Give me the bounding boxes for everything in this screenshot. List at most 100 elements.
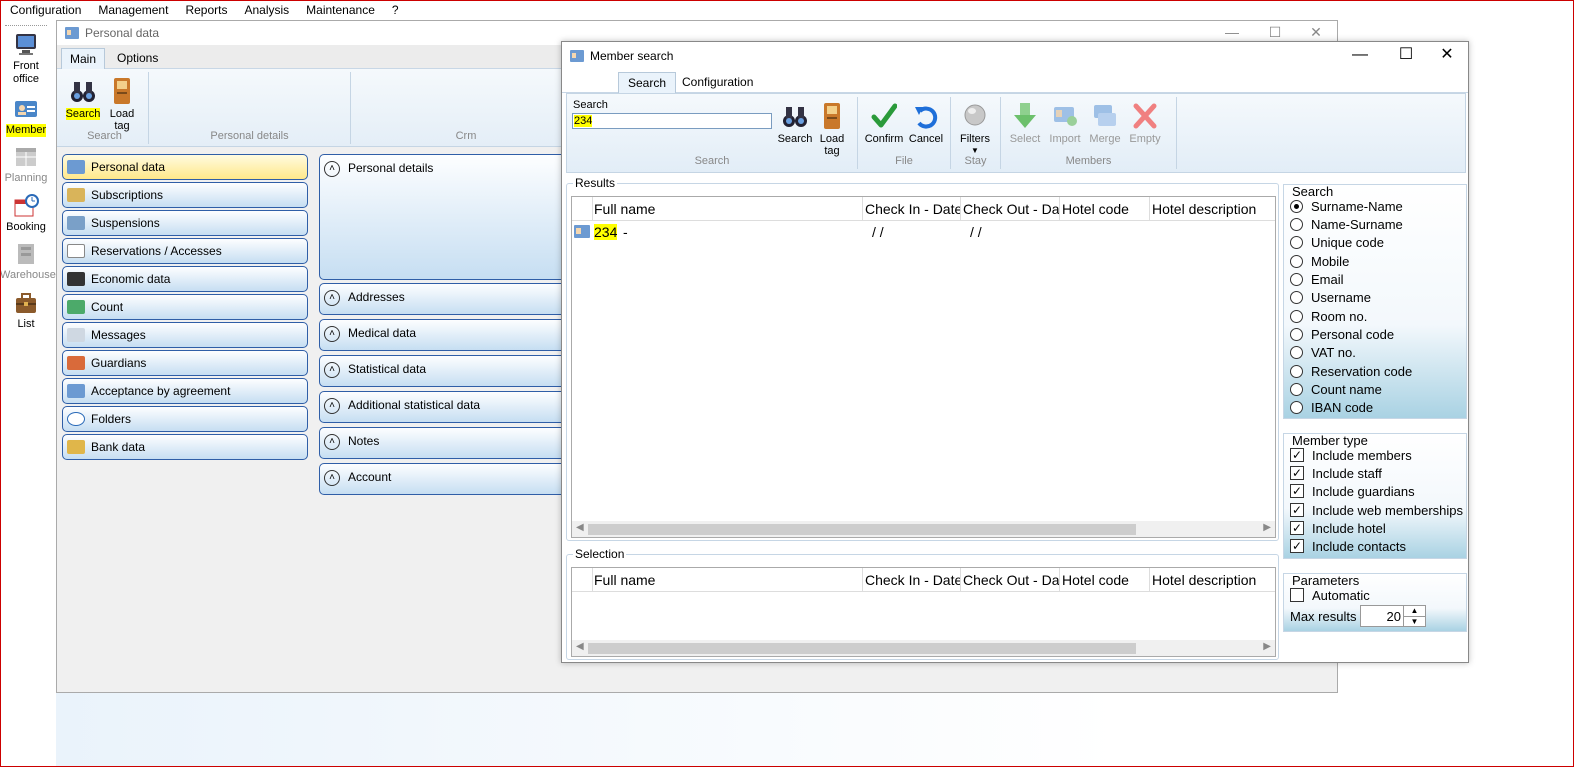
- checkbox-automatic[interactable]: Automatic: [1290, 586, 1370, 604]
- scroll-right-icon[interactable]: ▶: [1263, 641, 1271, 652]
- radio-count-name[interactable]: Count name: [1290, 380, 1382, 398]
- checkbox-include-hotel[interactable]: ✓ Include hotel: [1290, 519, 1386, 537]
- radio-email[interactable]: Email: [1290, 270, 1344, 288]
- table-row[interactable]: 234 - / / / /: [572, 221, 1275, 243]
- results-grid[interactable]: Full name Check In - Date Check Out - Da…: [571, 196, 1276, 538]
- menu-management[interactable]: Management: [98, 3, 168, 17]
- column-full-name[interactable]: Full name: [594, 572, 860, 588]
- column-check-in-date[interactable]: Check In - Date: [865, 201, 960, 217]
- close-icon[interactable]: ✕: [1427, 45, 1467, 65]
- column-hotel-description[interactable]: Hotel description: [1152, 572, 1272, 588]
- nav-personal-data[interactable]: Personal data: [62, 154, 308, 180]
- nav-count[interactable]: Count: [62, 294, 308, 320]
- radio-room-no[interactable]: Room no.: [1290, 307, 1367, 325]
- radio-reservation-code[interactable]: Reservation code: [1290, 362, 1412, 380]
- nav-suspensions[interactable]: Suspensions: [62, 210, 308, 236]
- radio-iban-code[interactable]: IBAN code: [1290, 398, 1373, 416]
- tab-main[interactable]: Main: [61, 48, 106, 69]
- results-horizontal-scrollbar[interactable]: ◀ ▶: [572, 521, 1275, 537]
- sidebar-item-list[interactable]: List: [0, 290, 52, 331]
- section-addresses[interactable]: ˄ Addresses: [319, 283, 569, 315]
- section-additional-statistical-data[interactable]: ˄ Additional statistical data: [319, 391, 569, 423]
- sidebar-item-planning[interactable]: Planning: [0, 144, 52, 185]
- radio-surname-name[interactable]: Surname-Name: [1290, 197, 1403, 215]
- sidebar-item-member[interactable]: Member: [0, 96, 52, 137]
- load-tag-button[interactable]: Load tag: [105, 76, 139, 132]
- menu-analysis[interactable]: Analysis: [244, 3, 289, 17]
- radio-personal-code[interactable]: Personal code: [1290, 325, 1394, 343]
- minimize-icon[interactable]: —: [1340, 45, 1380, 65]
- nav-economic-data[interactable]: Economic data: [62, 266, 308, 292]
- column-check-out-date[interactable]: Check Out - Date: [963, 201, 1059, 217]
- checkbox-include-web-memberships[interactable]: ✓ Include web memberships: [1290, 501, 1463, 519]
- maximize-icon[interactable]: ☐: [1386, 45, 1426, 65]
- menu-bar: Configuration Management Reports Analysi…: [0, 0, 1574, 20]
- workspace-background: [56, 693, 1574, 767]
- filters-button[interactable]: Filters ▼: [955, 101, 995, 157]
- checkbox-include-staff[interactable]: ✓ Include staff: [1290, 464, 1382, 482]
- column-check-out-date[interactable]: Check Out - Date: [963, 572, 1059, 588]
- spin-down-icon[interactable]: ▼: [1403, 616, 1425, 626]
- cancel-button[interactable]: Cancel: [906, 101, 946, 145]
- radio-vat-no[interactable]: VAT no.: [1290, 343, 1356, 361]
- menu-help[interactable]: ?: [392, 3, 399, 17]
- load-tag-button[interactable]: Load tag: [815, 101, 849, 157]
- confirm-button[interactable]: Confirm: [862, 101, 906, 145]
- tab-options[interactable]: Options: [109, 48, 166, 69]
- scrollbar-thumb[interactable]: [588, 524, 1136, 535]
- radio-name-surname[interactable]: Name-Surname: [1290, 215, 1403, 233]
- select-button[interactable]: Select: [1005, 101, 1045, 145]
- checkbox-include-contacts[interactable]: ✓ Include contacts: [1290, 537, 1406, 555]
- column-hotel-code[interactable]: Hotel code: [1062, 201, 1148, 217]
- ribbon-group-label: Search: [87, 130, 122, 142]
- member-search-titlebar: Member search — ☐ ✕: [562, 42, 1468, 69]
- column-hotel-code[interactable]: Hotel code: [1062, 572, 1148, 588]
- checkbox-include-members[interactable]: ✓ Include members: [1290, 446, 1412, 464]
- column-full-name[interactable]: Full name: [594, 201, 860, 217]
- selection-grid[interactable]: Full name Check In - Date Check Out - Da…: [571, 567, 1276, 657]
- nav-reservations-accesses[interactable]: Reservations / Accesses: [62, 238, 308, 264]
- search-button[interactable]: Search: [63, 76, 103, 120]
- max-results-stepper[interactable]: 20 ▲ ▼: [1360, 605, 1426, 627]
- sidebar-item-front-office[interactable]: Front office: [0, 32, 52, 86]
- empty-button[interactable]: Empty: [1125, 101, 1165, 145]
- section-statistical-data[interactable]: ˄ Statistical data: [319, 355, 569, 387]
- scroll-right-icon[interactable]: ▶: [1263, 522, 1271, 533]
- nav-subscriptions[interactable]: Subscriptions: [62, 182, 308, 208]
- search-input[interactable]: 234: [572, 113, 772, 129]
- checkbox-include-guardians[interactable]: ✓ Include guardians: [1290, 482, 1415, 500]
- sidebar-item-booking[interactable]: Booking: [0, 193, 52, 234]
- scrollbar-thumb[interactable]: [588, 643, 1136, 654]
- section-medical-data[interactable]: ˄ Medical data: [319, 319, 569, 351]
- menu-configuration[interactable]: Configuration: [10, 3, 81, 17]
- maximize-icon[interactable]: ☐: [1260, 24, 1290, 41]
- sidebar-item-warehouse[interactable]: Warehouse: [0, 241, 56, 282]
- tab-search[interactable]: Search: [618, 72, 677, 93]
- search-button[interactable]: Search: [775, 101, 815, 145]
- nav-bank-data[interactable]: Bank data: [62, 434, 308, 460]
- nav-folders[interactable]: Folders: [62, 406, 308, 432]
- column-hotel-description[interactable]: Hotel description: [1152, 201, 1272, 217]
- close-icon[interactable]: ✕: [1301, 24, 1331, 41]
- radio-unique-code[interactable]: Unique code: [1290, 233, 1384, 251]
- tab-configuration[interactable]: Configuration: [674, 72, 761, 93]
- section-notes[interactable]: ˄ Notes: [319, 427, 569, 459]
- nav-guardians[interactable]: Guardians: [62, 350, 308, 376]
- import-button[interactable]: Import: [1045, 101, 1085, 145]
- selection-horizontal-scrollbar[interactable]: ◀ ▶: [572, 640, 1275, 656]
- radio-username[interactable]: Username: [1290, 288, 1371, 306]
- section-personal-details[interactable]: ˄ Personal details: [319, 154, 569, 280]
- scroll-left-icon[interactable]: ◀: [576, 522, 584, 533]
- section-account[interactable]: ˄ Account: [319, 463, 569, 495]
- radio-mobile[interactable]: Mobile: [1290, 252, 1349, 270]
- nav-messages[interactable]: Messages: [62, 322, 308, 348]
- spin-up-icon[interactable]: ▲: [1403, 606, 1425, 616]
- minimize-icon[interactable]: —: [1217, 24, 1247, 40]
- column-check-in-date[interactable]: Check In - Date: [865, 572, 960, 588]
- scroll-left-icon[interactable]: ◀: [576, 641, 584, 652]
- menu-maintenance[interactable]: Maintenance: [306, 3, 375, 17]
- bank-icon: [67, 440, 85, 454]
- menu-reports[interactable]: Reports: [185, 3, 227, 17]
- merge-button[interactable]: Merge: [1085, 101, 1125, 145]
- nav-acceptance-by-agreement[interactable]: Acceptance by agreement: [62, 378, 308, 404]
